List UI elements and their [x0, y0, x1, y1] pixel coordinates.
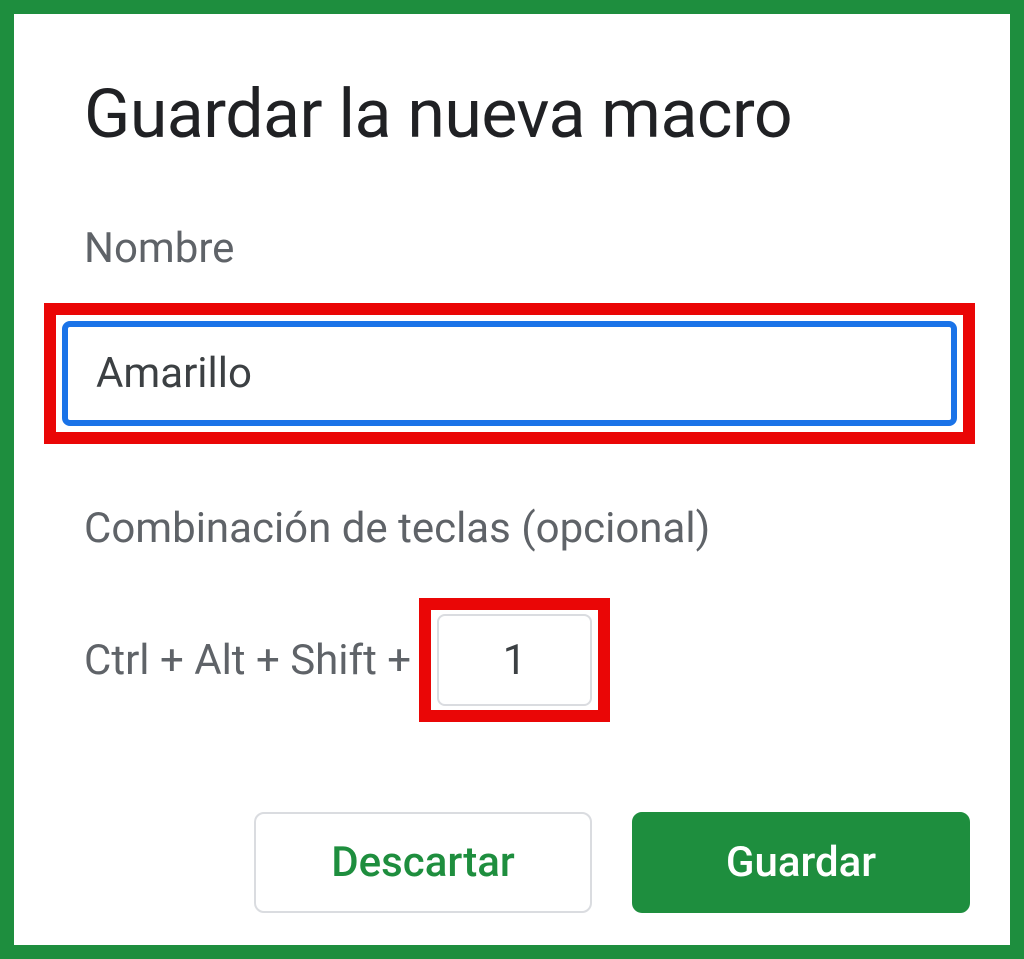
discard-button[interactable]: Descartar [254, 812, 592, 913]
shortcut-label: Combinación de teclas (opcional) [84, 504, 970, 553]
shortcut-key-input[interactable] [437, 614, 592, 706]
shortcut-section: Combinación de teclas (opcional) Ctrl + … [84, 504, 970, 722]
shortcut-highlight-annotation [419, 598, 610, 722]
dialog-buttons: Descartar Guardar [84, 812, 970, 913]
macro-name-input[interactable] [62, 321, 957, 426]
save-macro-dialog: Guardar la nueva macro Nombre Combinació… [0, 0, 1024, 959]
save-button[interactable]: Guardar [632, 812, 970, 913]
shortcut-row: Ctrl + Alt + Shift + [84, 598, 970, 722]
dialog-title: Guardar la nueva macro [84, 74, 970, 154]
name-highlight-annotation [44, 303, 975, 444]
shortcut-prefix: Ctrl + Alt + Shift + [84, 636, 411, 685]
name-label: Nombre [84, 224, 970, 273]
